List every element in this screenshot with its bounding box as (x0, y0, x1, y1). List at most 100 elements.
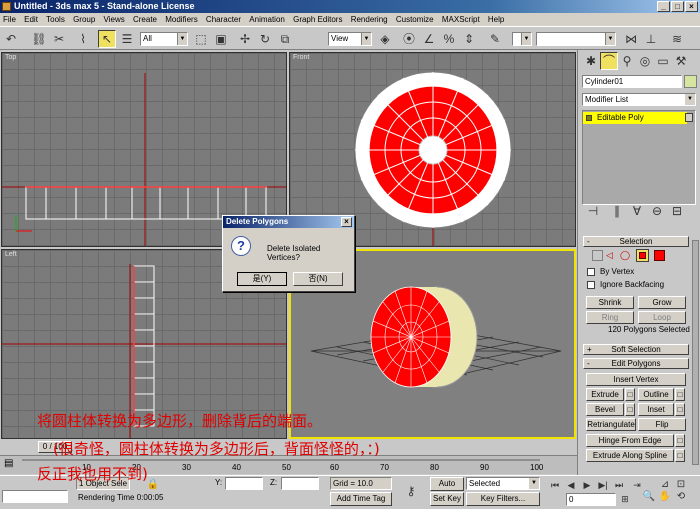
grow-button[interactable]: Grow (638, 296, 686, 309)
bind-space-warp-icon[interactable]: ⌇ (74, 30, 92, 48)
curve-editor-icon[interactable]: ≋ (668, 30, 686, 48)
rollout-selection-header[interactable]: - Selection (583, 236, 689, 247)
modifier-list-dropdown[interactable]: Modifier List ▼ (582, 93, 696, 106)
pivot-center-icon[interactable]: ◈ (376, 30, 394, 48)
time-config-icon[interactable]: ⊞ (616, 490, 634, 508)
z-coordinate-field[interactable] (281, 477, 319, 490)
rollout-soft-selection-header[interactable]: + Soft Selection (583, 344, 689, 355)
hinge-from-edge-button[interactable]: Hinge From Edge (586, 434, 674, 447)
select-link-icon[interactable]: ⛓ (30, 30, 48, 48)
angle-snap-icon[interactable]: ∠ (420, 30, 438, 48)
inset-button[interactable]: Inset (638, 403, 674, 416)
display-tab-icon[interactable]: ▭ (654, 52, 672, 70)
align-icon[interactable]: ⊥ (642, 30, 660, 48)
select-by-name-icon[interactable]: ☰ (118, 30, 136, 48)
bevel-settings-icon[interactable]: □ (625, 403, 635, 416)
configure-sets-icon[interactable]: ⊟ (668, 202, 686, 220)
menu-character[interactable]: Character (203, 13, 244, 26)
extrude-settings-icon[interactable]: □ (625, 388, 635, 401)
extrude-button[interactable]: Extrude (586, 388, 624, 401)
selection-filter-dropdown[interactable]: All ▼ (140, 32, 188, 46)
loop-button[interactable]: Loop (638, 311, 686, 324)
zoom-extents-icon[interactable]: ⊡ (672, 476, 690, 494)
extrude-spline-settings-icon[interactable]: □ (675, 449, 685, 462)
snap-toggle-icon[interactable]: ⦿ (400, 30, 418, 48)
outline-settings-icon[interactable]: □ (675, 388, 685, 401)
object-color-swatch[interactable] (684, 75, 697, 88)
inset-settings-icon[interactable]: □ (675, 403, 685, 416)
named-selection-sets-dropdown[interactable]: ▼ (536, 32, 616, 46)
window-crossing-icon[interactable]: ▣ (212, 30, 230, 48)
command-panel-scrollbar[interactable] (692, 240, 699, 465)
stack-scroll-icon[interactable] (685, 113, 693, 122)
reference-coordinate-dropdown[interactable]: View ▼ (328, 32, 372, 46)
show-end-result-icon[interactable]: ∥ (608, 202, 626, 220)
rollout-edit-polygons-header[interactable]: - Edit Polygons (583, 358, 689, 369)
spinner-snap-icon[interactable]: ⇕ (460, 30, 478, 48)
insert-vertex-button[interactable]: Insert Vertex (586, 373, 686, 386)
minimize-button[interactable]: _ (657, 1, 670, 12)
y-coordinate-field[interactable] (225, 477, 263, 490)
no-button[interactable]: 否(N) (293, 272, 343, 286)
by-vertex-checkbox[interactable] (587, 268, 595, 276)
border-mode-icon[interactable]: ◯ (620, 250, 631, 261)
named-selection-dropdown[interactable]: ▼ (512, 32, 532, 46)
bevel-button[interactable]: Bevel (586, 403, 624, 416)
undo-icon[interactable]: ↶ (2, 30, 20, 48)
object-name-field[interactable]: Cylinder01 (582, 75, 682, 88)
menu-file[interactable]: File (0, 13, 19, 26)
create-tab-icon[interactable]: ✱ (582, 52, 600, 70)
element-mode-icon[interactable] (654, 250, 665, 261)
menu-animation[interactable]: Animation (246, 13, 288, 26)
menu-rendering[interactable]: Rendering (348, 13, 391, 26)
field-of-view-icon[interactable]: ⊿ (656, 476, 674, 494)
add-time-tag-button[interactable]: Add Time Tag (330, 492, 392, 506)
stack-item-editable-poly[interactable]: Editable Poly (583, 112, 687, 124)
close-button[interactable]: × (685, 1, 698, 12)
motion-tab-icon[interactable]: ◎ (636, 52, 654, 70)
key-selection-dropdown[interactable]: Selected ▼ (466, 477, 540, 490)
percent-snap-icon[interactable]: % (440, 30, 458, 48)
set-key-icon[interactable]: ⚷ (402, 482, 420, 500)
select-scale-icon[interactable]: ⧉ (276, 30, 294, 48)
flip-button[interactable]: Flip (638, 418, 686, 431)
select-object-icon[interactable]: ↖ (98, 30, 116, 48)
unlink-icon[interactable]: ✂ (50, 30, 68, 48)
make-unique-icon[interactable]: ∀ (628, 202, 646, 220)
select-move-icon[interactable]: ✢ (236, 30, 254, 48)
utilities-tab-icon[interactable]: ⚒ (672, 52, 690, 70)
shrink-button[interactable]: Shrink (586, 296, 634, 309)
remove-modifier-icon[interactable]: ⊖ (648, 202, 666, 220)
dialog-close-button[interactable]: × (341, 217, 352, 227)
region-select-icon[interactable]: ⬚ (192, 30, 210, 48)
modify-tab-icon[interactable]: ⌒ (600, 52, 618, 70)
set-key-button[interactable]: Set Key (430, 492, 464, 506)
extrude-along-spline-button[interactable]: Extrude Along Spline (586, 449, 674, 462)
menu-edit[interactable]: Edit (21, 13, 41, 26)
current-frame-field[interactable]: 0 (566, 493, 616, 506)
named-selection-icon[interactable]: ✎ (486, 30, 504, 48)
menu-group[interactable]: Group (70, 13, 98, 26)
polygon-mode-icon[interactable] (636, 249, 649, 262)
menu-modifiers[interactable]: Modifiers (162, 13, 200, 26)
mirror-icon[interactable]: ⋈ (622, 30, 640, 48)
edge-mode-icon[interactable]: ◁ (606, 250, 617, 261)
menu-maxscript[interactable]: MAXScript (439, 13, 483, 26)
maxscript-listener[interactable] (2, 490, 68, 503)
menu-create[interactable]: Create (130, 13, 160, 26)
pin-stack-icon[interactable]: ⊣ (584, 202, 602, 220)
key-filters-button[interactable]: Key Filters... (466, 492, 540, 506)
menu-customize[interactable]: Customize (393, 13, 437, 26)
vertex-mode-icon[interactable] (592, 250, 603, 261)
yes-button[interactable]: 是(Y) (237, 272, 287, 286)
auto-key-button[interactable]: Auto Key (430, 477, 464, 500)
menu-views[interactable]: Views (101, 13, 128, 26)
hinge-settings-icon[interactable]: □ (675, 434, 685, 447)
menu-graph-editors[interactable]: Graph Editors (290, 13, 345, 26)
outline-button[interactable]: Outline (638, 388, 674, 401)
ignore-backfacing-checkbox[interactable] (587, 281, 595, 289)
menu-tools[interactable]: Tools (43, 13, 68, 26)
retriangulate-button[interactable]: Retriangulate (586, 418, 636, 431)
menu-help[interactable]: Help (485, 13, 507, 26)
ring-button[interactable]: Ring (586, 311, 634, 324)
